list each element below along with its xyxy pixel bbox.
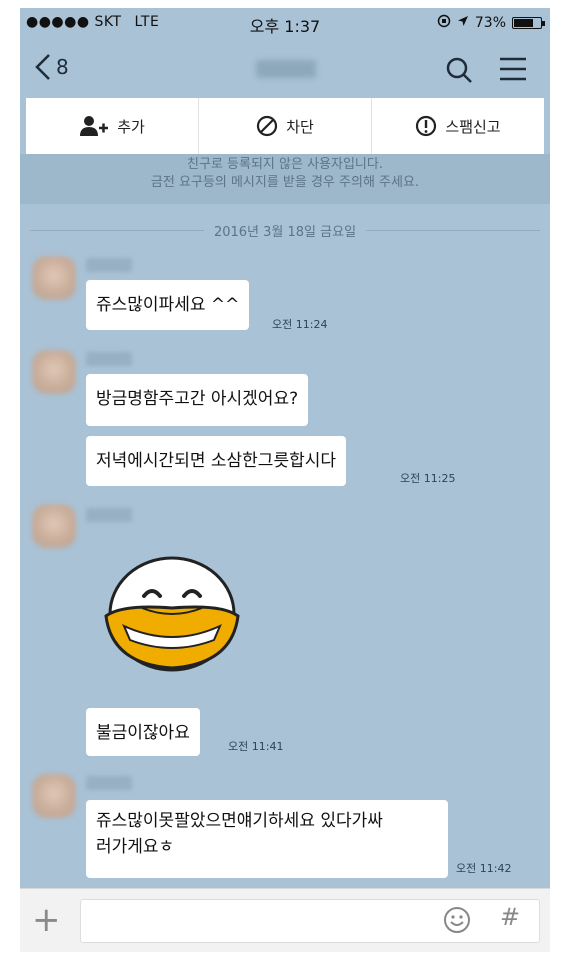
block-label: 차단 <box>286 117 314 136</box>
block-icon <box>257 115 278 137</box>
hashtag-icon[interactable]: # <box>500 903 520 931</box>
sender-name-blurred <box>86 258 132 272</box>
report-spam-button[interactable]: 스팸신고 <box>372 98 544 154</box>
date-divider: 2016년 3월 18일 금요일 <box>20 220 550 240</box>
message-input-bar: + # <box>20 888 550 952</box>
stranger-notice: 친구로 등록되지 않은 사용자입니다. 금전 요구등의 메시지를 받을 경우 주… <box>20 154 550 204</box>
message-bubble[interactable]: 쥬스많이파세요 ^^ <box>86 280 250 330</box>
block-button[interactable]: 차단 <box>199 98 372 154</box>
sender-name-blurred <box>86 776 132 790</box>
sender-name-blurred <box>86 508 132 522</box>
add-friend-button[interactable]: 추가 <box>26 98 199 154</box>
report-icon <box>416 115 437 137</box>
report-spam-label: 스팸신고 <box>445 117 501 136</box>
emoticon-icon[interactable] <box>442 905 472 935</box>
message-time: 오전 11:42 <box>456 862 512 875</box>
message-bubble[interactable]: 쥬스많이못팔았으면얘기하세요 있다가싸 러가게요ㅎ <box>86 800 448 878</box>
message-bubble[interactable]: 방금명함주고간 아시겠어요? <box>86 374 309 426</box>
message-time: 오전 11:24 <box>272 318 328 331</box>
stranger-action-bar: 추가 차단 스팸신고 <box>26 98 544 154</box>
avatar[interactable] <box>32 256 76 300</box>
avatar[interactable] <box>32 350 76 394</box>
add-friend-label: 추가 <box>117 117 145 136</box>
battery-percent: 73% <box>474 15 506 31</box>
chat-title-blurred <box>256 60 316 78</box>
status-icons: 73% <box>437 14 545 32</box>
chat-header: 8 <box>20 42 550 96</box>
divider-line-left <box>30 229 204 231</box>
date-label: 2016년 3월 18일 금요일 <box>213 224 357 240</box>
search-icon[interactable] <box>445 56 473 84</box>
message-bubble[interactable]: 저녁에시간되면 소삼한그릇합시다 <box>86 436 347 486</box>
message-time: 오전 11:25 <box>400 472 456 485</box>
avatar[interactable] <box>32 774 76 818</box>
rotation-lock-icon <box>437 14 451 32</box>
menu-icon[interactable] <box>498 56 528 82</box>
chevron-left-icon <box>35 54 50 80</box>
avatar[interactable] <box>32 504 76 548</box>
battery-icon <box>512 17 545 29</box>
back-button[interactable]: 8 <box>34 52 69 82</box>
chat-screen: ●●●●● SKT LTE 오후 1:37 73% 8 추가 차단 스팸신고 친… <box>20 8 550 952</box>
notice-line-2: 금전 요구등의 메시지를 받을 경우 주의해 주세요. <box>150 175 420 190</box>
status-bar: ●●●●● SKT LTE 오후 1:37 73% <box>20 8 550 36</box>
message-line-2: 러가게요ㅎ <box>96 837 175 857</box>
plus-icon[interactable]: + <box>32 903 61 937</box>
duck-emoticon[interactable] <box>102 556 242 676</box>
add-friend-icon <box>80 116 109 136</box>
message-line-1: 쥬스많이못팔았으면얘기하세요 있다가싸 <box>96 811 383 831</box>
notice-line-1: 친구로 등록되지 않은 사용자입니다. <box>187 157 383 172</box>
unread-count: 8 <box>56 55 69 79</box>
location-icon <box>457 15 469 31</box>
divider-line-right <box>366 229 540 231</box>
sender-name-blurred <box>86 352 132 366</box>
message-time: 오전 11:41 <box>228 740 284 753</box>
message-bubble[interactable]: 불금이잖아요 <box>86 708 200 756</box>
